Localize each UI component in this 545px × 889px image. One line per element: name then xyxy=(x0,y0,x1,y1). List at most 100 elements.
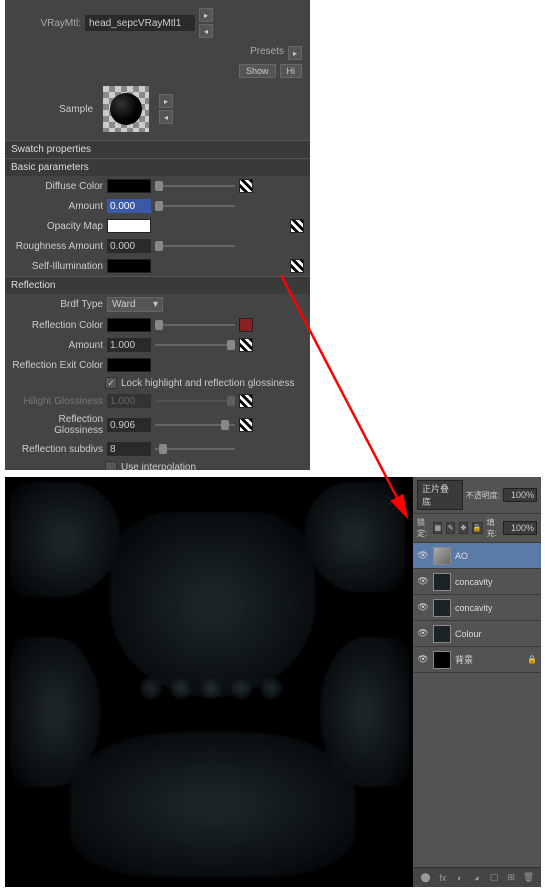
layer-thumbnail[interactable] xyxy=(433,573,451,591)
refl-amount-texture-button[interactable] xyxy=(239,338,253,352)
subdivs-input[interactable] xyxy=(107,442,151,456)
refl-amount-slider[interactable] xyxy=(155,344,235,346)
layer-row[interactable]: 👁 背景 🔒 xyxy=(413,647,541,673)
refl-gloss-label: Reflection Glossiness xyxy=(11,414,103,436)
selfillum-texture-button[interactable] xyxy=(290,259,304,273)
visibility-eye-icon[interactable]: 👁 xyxy=(417,654,429,666)
diffuse-texture-button[interactable] xyxy=(239,179,253,193)
amount-label: Amount xyxy=(11,201,103,212)
refl-amount-row: Amount xyxy=(5,335,310,355)
layer-name-label[interactable]: 背景 xyxy=(455,653,473,666)
fill-label: 填充: xyxy=(487,517,499,539)
visibility-eye-icon[interactable]: 👁 xyxy=(417,602,429,614)
diffuse-amount-input[interactable] xyxy=(107,199,151,213)
refl-gloss-texture-button[interactable] xyxy=(239,418,253,432)
hide-button[interactable]: Hi xyxy=(280,64,303,78)
layers-bottom-toolbar: ⬤ fx ◐ ◕ ▢ ⊞ 🗑 xyxy=(413,867,541,887)
reflection-header[interactable]: Reflection xyxy=(5,276,310,294)
visibility-eye-icon[interactable]: 👁 xyxy=(417,576,429,588)
lock-all-icon[interactable]: 🔒 xyxy=(472,522,483,534)
diffuse-slider[interactable] xyxy=(155,185,235,187)
selfillum-row: Self-Illumination xyxy=(5,256,310,276)
exit-color-swatch[interactable] xyxy=(107,358,151,372)
lock-transparent-icon[interactable]: ▦ xyxy=(433,522,442,534)
layer-name-label[interactable]: Colour xyxy=(455,629,482,639)
visibility-eye-icon[interactable]: 👁 xyxy=(417,550,429,562)
opacity-map-row: Opacity Map xyxy=(5,216,310,236)
refl-gloss-input[interactable] xyxy=(107,418,151,432)
opacity-texture-button[interactable] xyxy=(290,219,304,233)
hilight-glossiness-row: Hilight Glossiness xyxy=(5,391,310,411)
sample-prev-button[interactable]: ▸ xyxy=(159,94,173,108)
swatch-properties-header[interactable]: Swatch properties xyxy=(5,140,310,158)
refl-color-slider[interactable] xyxy=(155,324,235,326)
delete-layer-icon[interactable]: 🗑 xyxy=(522,872,534,884)
refl-color-label: Reflection Color xyxy=(11,320,103,331)
link-layers-icon[interactable]: ⬤ xyxy=(420,872,432,884)
blend-mode-dropdown[interactable]: 正片叠底 xyxy=(417,480,463,510)
basic-parameters-header[interactable]: Basic parameters xyxy=(5,158,310,176)
diffuse-color-row: Diffuse Color xyxy=(5,176,310,196)
show-button[interactable]: Show xyxy=(239,64,276,78)
layer-thumbnail[interactable] xyxy=(433,547,451,565)
texture-canvas[interactable] xyxy=(5,477,413,887)
sample-swatch[interactable] xyxy=(103,86,149,132)
opacity-input[interactable] xyxy=(503,488,537,502)
lock-pixels-icon[interactable]: ✎ xyxy=(446,522,455,534)
layer-name-label[interactable]: AO xyxy=(455,551,468,561)
refl-color-texture-button[interactable] xyxy=(239,318,253,332)
layer-row[interactable]: 👁 Colour xyxy=(413,621,541,647)
roughness-input[interactable] xyxy=(107,239,151,253)
roughness-slider[interactable] xyxy=(155,245,235,247)
lock-label: 锁定: xyxy=(417,517,429,539)
layer-row[interactable]: 👁 AO xyxy=(413,543,541,569)
use-interpolation-checkbox[interactable] xyxy=(105,461,117,470)
lock-glossiness-checkbox[interactable]: ✓ xyxy=(105,377,117,389)
amount-slider[interactable] xyxy=(155,205,235,207)
sample-next-button[interactable]: ◂ xyxy=(159,110,173,124)
layer-row[interactable]: 👁 concavity xyxy=(413,569,541,595)
selfillum-swatch[interactable] xyxy=(107,259,151,273)
exit-color-label: Reflection Exit Color xyxy=(11,360,103,371)
subdivs-slider[interactable] xyxy=(155,448,235,450)
lock-position-icon[interactable]: ✥ xyxy=(459,522,468,534)
group-icon[interactable]: ▢ xyxy=(488,872,500,884)
use-interpolation-label: Use interpolation xyxy=(121,462,196,471)
sample-sphere xyxy=(110,93,142,125)
lock-row: 锁定: ▦ ✎ ✥ 🔒 填充: xyxy=(413,514,541,543)
refl-subdivs-row: Reflection subdivs xyxy=(5,439,310,459)
hilight-label: Hilight Glossiness xyxy=(11,396,103,407)
layer-thumbnail[interactable] xyxy=(433,599,451,617)
opacity-label: Opacity Map xyxy=(11,221,103,232)
visibility-eye-icon[interactable]: 👁 xyxy=(417,628,429,640)
refl-glossiness-row: Reflection Glossiness xyxy=(5,411,310,439)
hilight-slider xyxy=(155,400,235,402)
material-name-input[interactable] xyxy=(85,15,195,31)
layer-name-label[interactable]: concavity xyxy=(455,603,493,613)
layer-mask-icon[interactable]: ◐ xyxy=(454,872,466,884)
diffuse-color-label: Diffuse Color xyxy=(11,181,103,192)
new-layer-icon[interactable]: ⊞ xyxy=(505,872,517,884)
hilight-texture-button[interactable] xyxy=(239,394,253,408)
presets-button[interactable]: ▸ xyxy=(288,46,302,60)
layer-style-icon[interactable]: fx xyxy=(437,872,449,884)
nav-forward-button[interactable]: ▸ xyxy=(199,8,213,22)
fill-input[interactable] xyxy=(503,521,537,535)
diffuse-color-swatch[interactable] xyxy=(107,179,151,193)
blend-mode-row: 正片叠底 不透明度: xyxy=(413,477,541,514)
layer-thumbnail[interactable] xyxy=(433,651,451,669)
refl-exit-color-row: Reflection Exit Color xyxy=(5,355,310,375)
refl-color-swatch[interactable] xyxy=(107,318,151,332)
layer-name-label[interactable]: concavity xyxy=(455,577,493,587)
refl-gloss-slider[interactable] xyxy=(155,424,235,426)
photoshop-container: 正片叠底 不透明度: 锁定: ▦ ✎ ✥ 🔒 填充: 👁 AO 👁 concav… xyxy=(5,477,541,887)
refl-amount-input[interactable] xyxy=(107,338,151,352)
layer-row[interactable]: 👁 concavity xyxy=(413,595,541,621)
material-name-row: VRayMtl: ▸ ◂ xyxy=(5,0,310,46)
brdf-dropdown[interactable]: Ward▾ xyxy=(107,297,163,312)
opacity-swatch[interactable] xyxy=(107,219,151,233)
layer-thumbnail[interactable] xyxy=(433,625,451,643)
lock-icon: 🔒 xyxy=(527,655,537,664)
nav-back-button[interactable]: ◂ xyxy=(199,24,213,38)
adjustment-layer-icon[interactable]: ◕ xyxy=(471,872,483,884)
